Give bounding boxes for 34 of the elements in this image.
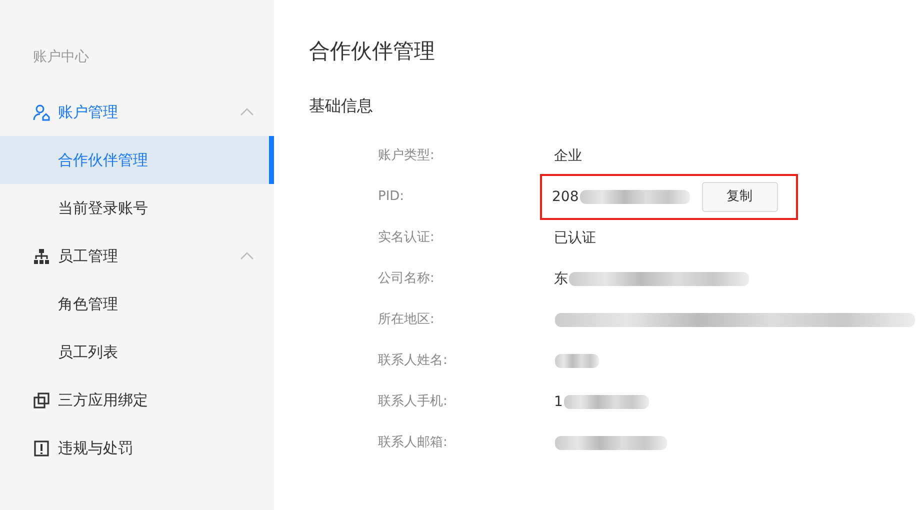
- page-title: 合作伙伴管理: [309, 38, 436, 65]
- field-label: 联系人手机:: [378, 393, 448, 412]
- field-value: 企业: [554, 146, 582, 166]
- sidebar-item-label: 三方应用绑定: [58, 390, 148, 411]
- sidebar-subitem[interactable]: 角色管理: [0, 280, 274, 328]
- sidebar-heading: 账户中心: [32, 48, 90, 67]
- field-label: PID:: [378, 188, 406, 206]
- copy-button[interactable]: 复制: [702, 182, 778, 212]
- sidebar-item-label: 账户管理: [58, 102, 118, 123]
- caret-icon[interactable]: [240, 108, 254, 116]
- alert-icon: [33, 440, 50, 456]
- sidebar-subitem[interactable]: 当前登录账号: [0, 184, 274, 232]
- field-value: 1: [554, 392, 563, 412]
- field-label: 公司名称:: [378, 270, 436, 288]
- field-label: 实名认证:: [378, 229, 436, 248]
- user-icon: [33, 104, 50, 120]
- sidebar-item[interactable]: 三方应用绑定: [0, 376, 274, 424]
- section-title: 基础信息: [309, 94, 374, 116]
- field-value: 208: [552, 188, 579, 206]
- field-label: 所在地区:: [378, 311, 436, 330]
- sidebar-item-label: 员工管理: [58, 246, 118, 267]
- sidebar-item[interactable]: 员工管理: [0, 232, 274, 280]
- field-value: 已认证: [554, 228, 596, 248]
- field-label: 账户类型:: [378, 147, 436, 166]
- org-chart-icon: [33, 248, 50, 264]
- field-value: 东: [554, 270, 568, 288]
- caret-icon[interactable]: [240, 252, 254, 260]
- sidebar-item[interactable]: 账户管理: [0, 88, 274, 136]
- sidebar-item[interactable]: 违规与处罚: [0, 424, 274, 472]
- sidebar-item-label: 违规与处罚: [58, 438, 133, 459]
- field-label: 联系人姓名:: [378, 352, 448, 370]
- field-label: 联系人邮箱:: [378, 434, 448, 452]
- overlap-squares-icon: [33, 392, 50, 408]
- sidebar-subitem[interactable]: 员工列表: [0, 328, 274, 376]
